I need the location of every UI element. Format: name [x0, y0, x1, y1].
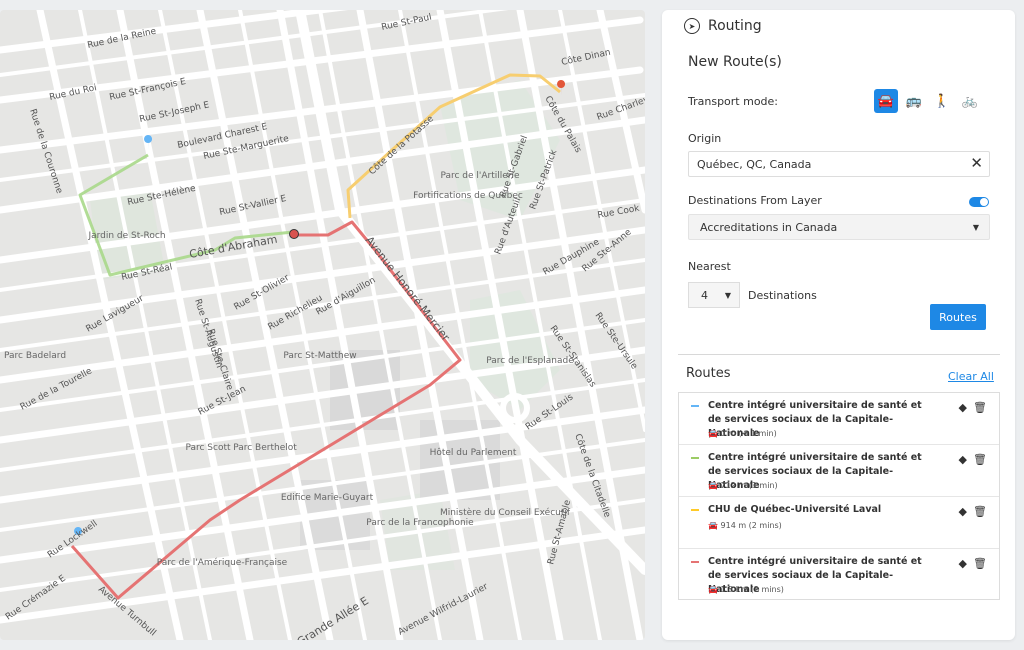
layer-select[interactable]: Accreditations in Canada ▼: [688, 214, 990, 240]
destination-pin-red: [557, 80, 566, 96]
street-label: Rue St-Paul: [381, 13, 433, 33]
origin-label: Origin: [688, 132, 722, 145]
park-label: Parc de la Francophonie: [366, 518, 474, 528]
park-label: Edifice Marie-Guyart: [281, 493, 374, 503]
park-label: Parc Scott: [185, 443, 231, 453]
routes-button[interactable]: Routes: [930, 304, 986, 330]
walk-icon[interactable]: 🚶: [930, 89, 954, 113]
panel-title: Routing: [708, 18, 762, 34]
street-label: Rue Lavigueur: [85, 293, 146, 334]
chevron-down-icon: ▼: [724, 291, 731, 300]
transport-mode-group: 🚘 🚌 🚶 🚲: [874, 89, 982, 113]
car-icon[interactable]: 🚘: [874, 89, 898, 113]
route-meta: 🚘 712 m (1 min): [708, 481, 778, 490]
route-color-swatch: [691, 405, 699, 407]
park-label: Fortifications de Québec: [413, 190, 523, 201]
route-item[interactable]: Centre intégré universitaire de santé et…: [679, 445, 999, 497]
route-color-swatch: [691, 561, 699, 563]
panel-header: ➤ Routing: [684, 18, 762, 34]
park-label: Parc de l'Amérique-Française: [157, 557, 288, 568]
park-label: Jardin de St-Roch: [87, 231, 165, 241]
map-canvas[interactable]: Rue de la Reine Rue de la Couronne Rue d…: [0, 10, 645, 640]
route-meta: 🚘 914 m (2 mins): [708, 521, 782, 530]
trash-icon[interactable]: 🗑: [973, 453, 987, 466]
park-label: Ministère du Conseil Exécutif: [440, 507, 571, 518]
park-label: Parc Berthelot: [233, 443, 297, 453]
route-item[interactable]: Centre intégré universitaire de santé et…: [679, 393, 999, 445]
layer-select-value: Accreditations in Canada: [700, 220, 838, 234]
route-color-swatch: [691, 509, 699, 511]
nearest-count-select[interactable]: 4 ▼: [688, 282, 740, 308]
clear-origin-icon[interactable]: ✕: [970, 154, 983, 172]
park-label: Hôtel du Parlement: [430, 447, 517, 458]
map-view[interactable]: Rue de la Reine Rue de la Couronne Rue d…: [0, 10, 645, 640]
bus-icon[interactable]: 🚌: [902, 89, 926, 113]
navigation-icon: ➤: [684, 18, 700, 34]
origin-field[interactable]: Québec, QC, Canada ✕: [688, 151, 990, 177]
route-meta: 🚘 0 m (< 1 min): [708, 429, 777, 438]
trash-icon[interactable]: 🗑: [973, 557, 987, 570]
origin-marker: [289, 229, 299, 239]
transport-mode-label: Transport mode:: [688, 95, 779, 108]
bike-icon[interactable]: 🚲: [958, 89, 982, 113]
routes-list: Centre intégré universitaire de santé et…: [678, 392, 1000, 600]
routing-panel: ➤ Routing New Route(s) Transport mode: 🚘…: [662, 10, 1015, 640]
clear-all-link[interactable]: Clear All: [948, 370, 994, 383]
origin-value: Québec, QC, Canada: [697, 157, 812, 171]
street-label: Rue d'Aiguillon: [315, 275, 378, 317]
destinations-layer-toggle[interactable]: [969, 197, 989, 207]
destinations-from-layer-label: Destinations From Layer: [688, 194, 822, 207]
directions-icon[interactable]: ◆: [959, 557, 967, 570]
routes-heading: Routes: [686, 366, 731, 381]
route-name: CHU de Québec-Université Laval: [708, 504, 882, 515]
street-label: Rue St-Joseph E: [139, 100, 211, 125]
divider: [678, 354, 1000, 355]
park-label: Parc de l'Artillerie: [440, 171, 520, 181]
park-label: Parc St-Matthew: [283, 351, 356, 361]
directions-icon[interactable]: ◆: [959, 505, 967, 518]
street-label: Rue Lockwell: [46, 519, 100, 561]
street-label: Avenue Turnbull: [96, 585, 157, 639]
route-meta: 🚘 1.5 km (2 mins): [708, 585, 784, 594]
directions-icon[interactable]: ◆: [959, 401, 967, 414]
route-color-swatch: [691, 457, 699, 459]
chevron-down-icon: ▼: [972, 223, 979, 232]
destinations-text: Destinations: [748, 289, 817, 302]
new-routes-heading: New Route(s): [688, 54, 782, 70]
park-label: Parc de l'Esplanade: [486, 356, 574, 366]
route-item[interactable]: CHU de Québec-Université Laval 🚘 914 m (…: [679, 497, 999, 549]
nearest-count-value: 4: [701, 288, 708, 302]
route-item[interactable]: Centre intégré universitaire de santé et…: [679, 549, 999, 601]
trash-icon[interactable]: 🗑: [973, 401, 987, 414]
park-label: Parc Badelard: [4, 351, 66, 361]
directions-icon[interactable]: ◆: [959, 453, 967, 466]
trash-icon[interactable]: 🗑: [973, 505, 987, 518]
nearest-label: Nearest: [688, 260, 731, 273]
street-label: Rue de la Couronne: [27, 108, 64, 196]
